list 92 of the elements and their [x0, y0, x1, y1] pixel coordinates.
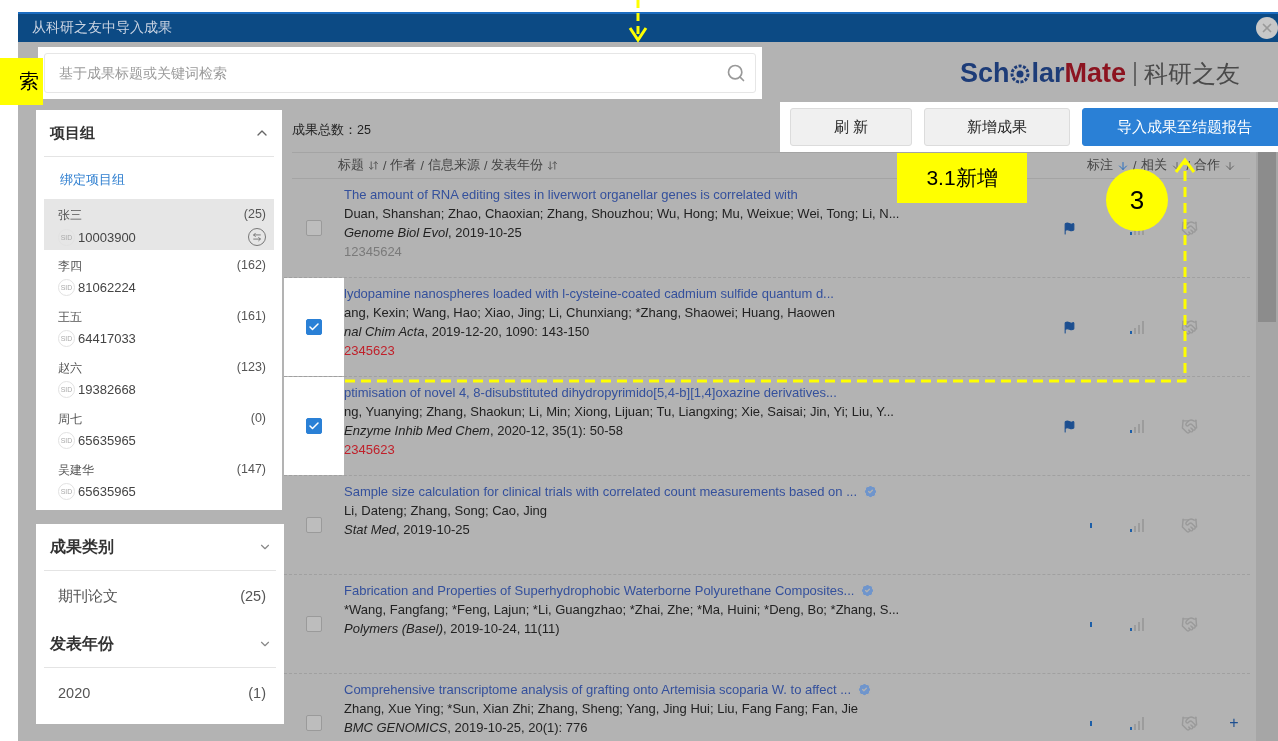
publication-title[interactable]: lydopamine nanospheres loaded with l-cysteine-coated cadmium sulfide quantum d...	[344, 286, 834, 301]
sid-number: 65635965	[78, 433, 136, 448]
section-title: 成果类别	[50, 536, 114, 557]
check-icon	[308, 420, 320, 432]
sid-number: 19382668	[78, 382, 136, 397]
logo: Sch larMate 科研之友	[959, 58, 1240, 89]
handshake-icon[interactable]	[1180, 219, 1198, 237]
member-name: 吴建华	[58, 462, 95, 479]
sid-number: 81062224	[78, 280, 136, 295]
window-title: 从科研之友中导入成果	[32, 19, 172, 37]
toolbar-button[interactable]: 导入成果至结题报告	[1082, 108, 1278, 146]
member-count: (161)	[236, 309, 266, 325]
sort-icon[interactable]	[547, 160, 559, 171]
checkbox[interactable]	[306, 616, 322, 632]
member-count: (147)	[236, 462, 266, 478]
total-count: 成果总数：25	[292, 121, 371, 139]
bind-group-link[interactable]: 绑定项目组	[44, 157, 274, 199]
member-name: 李四	[58, 258, 83, 275]
publication-title[interactable]: ptimisation of novel 4, 8-disubstituted dihydropyrimido[5,4-b][1,4]oxazine derivatives...	[344, 385, 837, 400]
member-name: 赵六	[58, 360, 83, 377]
section-title: 项目组	[50, 123, 95, 143]
publication-title[interactable]: Sample size calculation for clinical trials with correlated count measurements based on ...	[344, 484, 858, 499]
toolbar-button[interactable]: 新增成果	[924, 108, 1070, 146]
signal-bars-icon	[1129, 518, 1144, 532]
member-name: 周七	[58, 411, 83, 428]
filter-item[interactable]: 期刊论文 (25)	[44, 571, 276, 621]
member-name: 张三	[58, 207, 83, 224]
filter-item[interactable]: 2020 (1)	[44, 668, 276, 718]
signal-bars-icon	[1129, 419, 1144, 433]
authors-text: Li, Dateng; Zhang, Song; Cao, Jing	[344, 503, 549, 518]
authors-text: Duan, Shanshan; Zhao, Chaoxian; Zhang, Shouzhou; Wu, Hong; Mu, Weixue; Wei, Tong; Li, N...	[344, 206, 901, 221]
handshake-icon[interactable]	[1180, 318, 1198, 336]
authors-text: *Wang, Fangfang; *Feng, Lajun; *Li, Guangzhao; *Zhai, Zhe; *Ma, Huini; *Deng, Bo; *Zhang, S...	[344, 602, 901, 617]
citation-text: nal Chim Acta, 2019-12-20, 1090: 143-150	[344, 324, 591, 339]
record-code: 12345624	[344, 244, 403, 259]
scrollbar[interactable]	[1256, 152, 1278, 741]
search-field[interactable]: 基于成果标题或关键词检索	[44, 53, 756, 93]
citation-text: Polymers (Basel), 2019-10-24, 11(11)	[344, 621, 561, 636]
checkbox[interactable]	[306, 220, 322, 236]
checkbox[interactable]	[306, 517, 322, 533]
sort-icon[interactable]	[368, 160, 379, 171]
flag-icon[interactable]	[1062, 419, 1076, 433]
toolbar-button[interactable]: 刷 新	[790, 108, 912, 146]
column-header[interactable]: 发表年份	[491, 157, 544, 174]
sid-number: 64417033	[78, 331, 136, 346]
citation-text: Genome Biol Evol, 2019-10-25	[344, 225, 523, 240]
sid-number: 10003900	[78, 229, 136, 245]
annotation-label: 3.1新增	[897, 153, 1027, 203]
sid-number: 65635965	[78, 484, 136, 499]
citation-text: Stat Med, 2019-10-25	[344, 522, 471, 537]
signal-bars-icon	[1129, 320, 1144, 334]
scrollbar-thumb[interactable]	[1258, 152, 1276, 322]
column-header[interactable]: 合作	[1194, 157, 1220, 174]
member-count: (123)	[236, 360, 266, 376]
checkbox[interactable]	[306, 715, 322, 731]
publication-title[interactable]: The amount of RNA editing sites in liverwort organellar genes is correlated with	[344, 187, 798, 202]
citation-text: Enzyme Inhib Med Chem, 2020-12, 35(1): 50-58	[344, 423, 624, 438]
publication-title[interactable]: Fabrication and Properties of Superhydrophobic Waterborne Polyurethane Composites...	[344, 583, 855, 598]
add-action[interactable]: +	[1229, 714, 1239, 732]
close-button[interactable]	[1256, 17, 1278, 39]
checkbox[interactable]	[306, 319, 322, 335]
dashed-arrow	[628, 0, 648, 43]
divider-text: /	[420, 158, 424, 173]
check-icon	[308, 321, 320, 333]
sort-arrow-icon[interactable]	[1224, 159, 1236, 172]
sort-arrow-icon[interactable]	[1117, 159, 1130, 172]
record-code: 2345623	[344, 442, 396, 457]
member-count: (0)	[250, 411, 266, 427]
column-header[interactable]: 信息来源	[427, 157, 480, 174]
authors-text: ang, Kexin; Wang, Hao; Xiao, Jing; Li, Chunxiang; *Zhang, Shaowei; Huang, Haowen	[344, 305, 836, 320]
signal-bars-icon	[1129, 716, 1144, 730]
member-count: (25)	[243, 207, 266, 223]
annotation-label: 索	[0, 58, 43, 105]
member-count: (162)	[236, 258, 266, 274]
section-title: 发表年份	[50, 633, 114, 654]
authors-text: Zhang, Xue Ying; *Sun, Xian Zhi; Zhang, Sheng; Yang, Jing Hui; Liu, Fang Fang; Fan, Jie	[344, 701, 860, 716]
flag-icon[interactable]	[1062, 221, 1076, 235]
close-icon	[1260, 21, 1274, 35]
record-code: 2345623	[344, 343, 396, 358]
column-header[interactable]: 标题	[338, 157, 364, 174]
member-name: 王五	[58, 309, 83, 326]
citation-text: BMC GENOMICS, 2019-10-25, 20(1): 776	[344, 720, 589, 735]
signal-bars-icon	[1129, 617, 1144, 631]
flag-icon[interactable]	[1062, 320, 1076, 334]
publication-title[interactable]: Comprehensive transcriptome analysis of grafting onto Artemisia scoparia W. to affect ...	[344, 682, 851, 697]
divider-text: /	[383, 158, 387, 173]
authors-text: ng, Yuanying; Zhang, Shaokun; Li, Min; Xiong, Lijuan; Tu, Liangxing; Xie, Saisai; Jin, Yi; Liu, Y...	[344, 404, 895, 419]
checkbox[interactable]	[306, 418, 322, 434]
divider-text: /	[483, 158, 488, 173]
gear-icon	[1010, 63, 1031, 84]
search-icon[interactable]	[726, 63, 746, 83]
column-header[interactable]: 作者	[390, 157, 417, 174]
